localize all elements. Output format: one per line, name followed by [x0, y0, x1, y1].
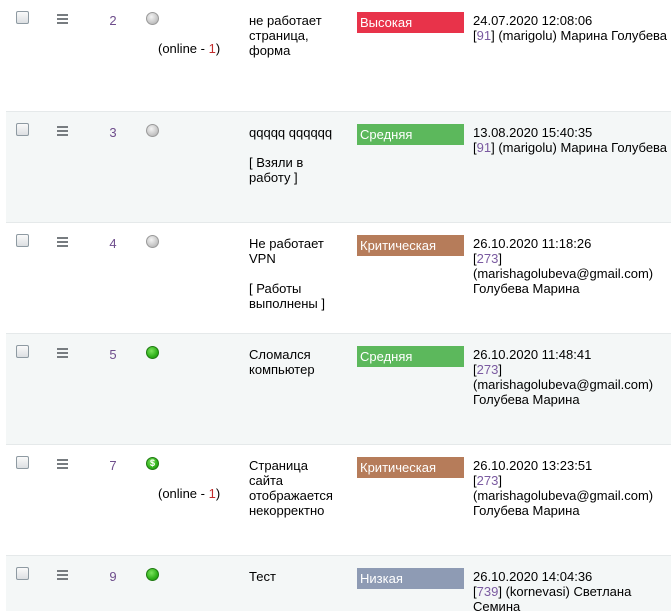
created-date: 26.10.2020 14:04:36 — [473, 569, 593, 584]
priority-badge: Критическая — [357, 457, 464, 478]
author-name: Голубева Марина — [473, 392, 580, 407]
ticket-row: 9 Тест Низкая 26.10.2020 14:04:36 [739] (kor… — [6, 556, 671, 614]
priority-badge: Высокая — [357, 12, 464, 33]
created-date: 26.10.2020 11:18:26 — [473, 236, 592, 251]
ticket-title-link[interactable]: qqqqq qqqqqq[ Взяли в работу ] — [249, 125, 341, 185]
ticket-id-link[interactable]: 3 — [98, 125, 128, 140]
author-id-link[interactable]: 273 — [477, 473, 499, 488]
row-menu-icon[interactable] — [57, 237, 68, 247]
row-menu-icon[interactable] — [57, 126, 68, 136]
created-info: 26.10.2020 13:23:51 [273] (marishagolubev… — [473, 458, 671, 518]
ticket-row: 4 Не работает VPN[ Работы выполнены ] Крит… — [6, 223, 671, 334]
author-id-link[interactable]: 273 — [477, 251, 499, 266]
online-indicator: (online - 1) — [158, 486, 221, 501]
author: [91] (marigolu) Марина Голубева — [473, 140, 668, 155]
author-id-link[interactable]: 91 — [477, 140, 491, 155]
author-login: (marishagolubeva@gmail.com) — [473, 266, 654, 281]
author-login: (marigolu) Марина Голубева — [498, 28, 668, 43]
row-select-checkbox[interactable] — [16, 11, 29, 24]
created-info: 26.10.2020 14:04:36 [739] (kornevasi) Све… — [473, 569, 671, 614]
online-indicator: (online - 1) — [158, 41, 221, 56]
author-login: (marishagolubeva@gmail.com) — [473, 377, 654, 392]
offline-status-icon — [146, 235, 159, 248]
offline-status-icon — [146, 124, 159, 137]
paid-status-icon: $ — [146, 457, 159, 470]
ticket-status-note: [ Взяли в работу ] — [249, 155, 304, 185]
ticket-id-link[interactable]: 2 — [98, 13, 128, 28]
tickets-table: 2 (online - 1) не работает страница, форма… — [6, 0, 671, 614]
author: [91] (marigolu) Марина Голубева — [473, 28, 668, 43]
offline-status-icon — [146, 12, 159, 25]
created-info: 26.10.2020 11:48:41 [273] (marishagolubev… — [473, 347, 671, 407]
ticket-id-link[interactable]: 7 — [98, 458, 128, 473]
created-info: 13.08.2020 15:40:35 [91] (marigolu) Марин… — [473, 125, 671, 155]
ticket-title-link[interactable]: Страница сайта отображается некорректно — [249, 458, 341, 518]
author-login: (marigolu) Марина Голубева — [498, 140, 668, 155]
ticket-status-note: [ Работы выполнены ] — [249, 281, 325, 311]
author: [739] (kornevasi) Светлана Семина — [473, 584, 632, 614]
author-name: Голубева Марина — [473, 281, 580, 296]
online-status-icon — [146, 568, 159, 581]
row-select-checkbox[interactable] — [16, 456, 29, 469]
ticket-row: 7 $ (online - 1) Страница сайта отображаетс… — [6, 445, 671, 556]
author-id-link[interactable]: 273 — [477, 362, 499, 377]
author: [273] (marishagolubeva@gmail.com) — [473, 473, 654, 503]
ticket-title-link[interactable]: не работает страница, форма — [249, 13, 341, 58]
online-count[interactable]: 1 — [209, 486, 216, 501]
ticket-id-link[interactable]: 5 — [98, 347, 128, 362]
author: [273] (marishagolubeva@gmail.com) — [473, 362, 654, 392]
priority-badge: Средняя — [357, 346, 464, 367]
author-name: Голубева Марина — [473, 503, 580, 518]
created-date: 26.10.2020 13:23:51 — [473, 458, 593, 473]
author-id-link[interactable]: 91 — [477, 28, 491, 43]
created-info: 26.10.2020 11:18:26 [273] (marishagolubev… — [473, 236, 671, 296]
online-status-icon — [146, 346, 159, 359]
priority-badge: Низкая — [357, 568, 464, 589]
ticket-row: 3 qqqqq qqqqqq[ Взяли в работу ] Средняя 13… — [6, 112, 671, 223]
created-date: 26.10.2020 11:48:41 — [473, 347, 592, 362]
row-menu-icon[interactable] — [57, 570, 68, 580]
online-count[interactable]: 1 — [209, 41, 216, 56]
author-id-link[interactable]: 739 — [477, 584, 499, 599]
ticket-row: 2 (online - 1) не работает страница, форма… — [6, 0, 671, 112]
author-login: (marishagolubeva@gmail.com) — [473, 488, 654, 503]
ticket-id-link[interactable]: 4 — [98, 236, 128, 251]
ticket-title-link[interactable]: Сломался компьютер — [249, 347, 341, 377]
row-select-checkbox[interactable] — [16, 567, 29, 580]
ticket-title-link[interactable]: Тест — [249, 569, 341, 584]
created-date: 24.07.2020 12:08:06 — [473, 13, 593, 28]
row-menu-icon[interactable] — [57, 348, 68, 358]
row-menu-icon[interactable] — [57, 14, 68, 24]
created-info: 24.07.2020 12:08:06 [91] (marigolu) Марин… — [473, 13, 671, 43]
ticket-row: 5 Сломался компьютер Средняя 26.10.2020 11:… — [6, 334, 671, 445]
row-menu-icon[interactable] — [57, 459, 68, 469]
created-date: 13.08.2020 15:40:35 — [473, 125, 593, 140]
priority-badge: Критическая — [357, 235, 464, 256]
row-select-checkbox[interactable] — [16, 123, 29, 136]
ticket-id-link[interactable]: 9 — [98, 569, 128, 584]
row-select-checkbox[interactable] — [16, 234, 29, 247]
author: [273] (marishagolubeva@gmail.com) — [473, 251, 654, 281]
ticket-title-link[interactable]: Не работает VPN[ Работы выполнены ] — [249, 236, 341, 311]
priority-badge: Средняя — [357, 124, 464, 145]
row-select-checkbox[interactable] — [16, 345, 29, 358]
